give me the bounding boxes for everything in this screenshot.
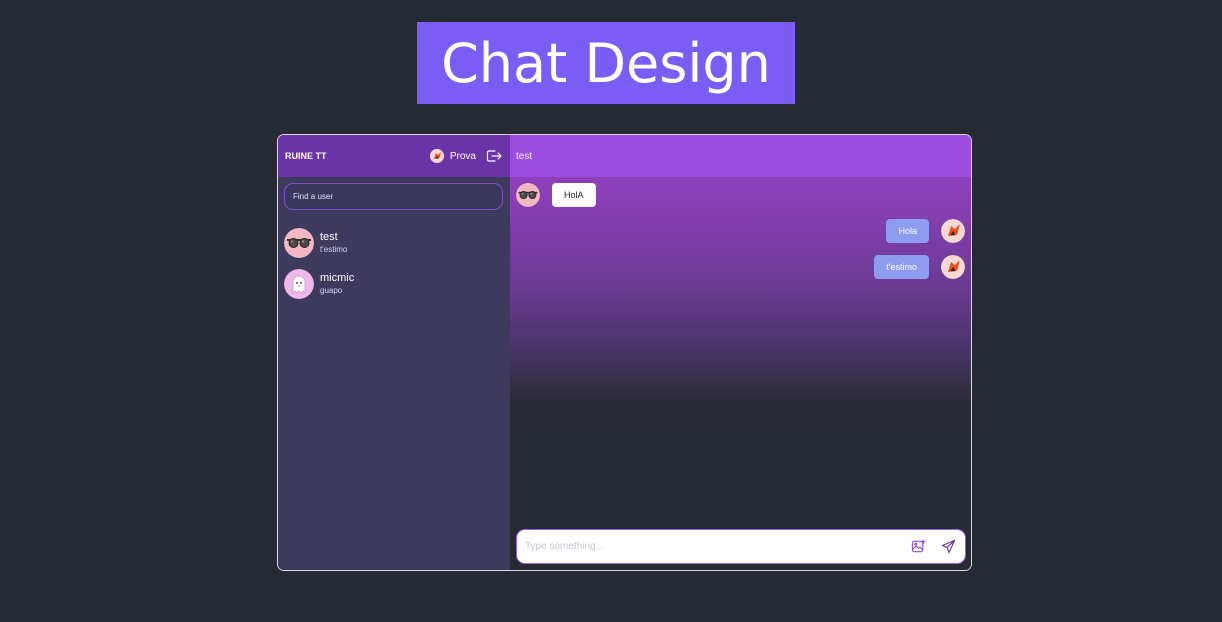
sidebar: RUINE TT Prova Find a user test t'estimo…: [278, 135, 510, 570]
sidebar-header: RUINE TT Prova: [278, 135, 510, 177]
current-user: Prova: [429, 149, 476, 163]
message-composer: [516, 529, 966, 564]
logout-icon[interactable]: [486, 148, 502, 164]
fox-avatar-icon: [941, 255, 965, 279]
user-last-message: t'estimo: [320, 244, 348, 254]
chat-title: test: [516, 150, 533, 162]
message-outgoing: t'estimo: [874, 255, 965, 279]
search-wrap: [278, 177, 510, 216]
user-info: micmic guapo: [320, 272, 354, 296]
page-title: Chat Design: [417, 22, 795, 104]
chat-header: test: [510, 135, 971, 177]
current-user-name: Prova: [449, 150, 476, 162]
user-name: micmic: [320, 271, 355, 284]
user-item-micmic[interactable]: micmic guapo: [278, 263, 510, 304]
message-incoming: HolA: [516, 183, 596, 207]
find-user-input[interactable]: [284, 183, 503, 210]
message-input[interactable]: [525, 541, 897, 552]
user-name: test: [320, 230, 338, 243]
user-item-test[interactable]: test t'estimo: [278, 222, 510, 263]
user-last-message: guapo: [320, 285, 343, 295]
user-info: test t'estimo: [320, 231, 347, 255]
message-bubble: HolA: [552, 183, 596, 207]
brand-name: RUINE TT: [285, 151, 327, 161]
fox-avatar-icon: [429, 149, 444, 163]
message-bubble: Hola: [886, 219, 929, 243]
fox-avatar-icon: [941, 219, 965, 243]
ghost-avatar-icon: [284, 268, 314, 299]
send-icon[interactable]: [939, 538, 957, 556]
message-list: HolA Hola t'estimo: [510, 177, 971, 570]
message-outgoing: Hola: [886, 219, 965, 243]
sunglasses-avatar-icon: [284, 227, 314, 258]
chat-panel: test HolA Hola t'estimo Type something..…: [510, 135, 971, 570]
chat-app: RUINE TT Prova Find a user test t'estimo…: [277, 134, 972, 571]
user-list: test t'estimo micmic guapo: [278, 222, 510, 304]
message-bubble: t'estimo: [874, 255, 929, 279]
sunglasses-avatar-icon: [516, 183, 540, 207]
add-image-icon[interactable]: [909, 538, 927, 556]
